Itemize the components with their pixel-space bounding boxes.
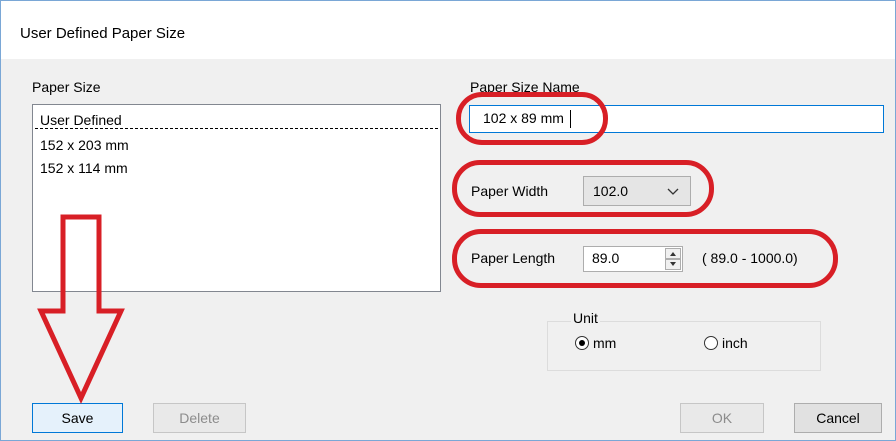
paper-size-list[interactable]: User Defined 152 x 203 mm 152 x 114 mm [32, 104, 441, 292]
delete-button[interactable]: Delete [153, 403, 246, 433]
unit-mm-radio[interactable] [575, 336, 589, 350]
user-defined-paper-size-dialog: User Defined Paper Size Paper Size User … [0, 0, 896, 441]
highlight-paper-length [452, 229, 838, 288]
title-bar: User Defined Paper Size [1, 1, 895, 59]
list-item-152x114[interactable]: 152 x 114 mm [40, 160, 128, 176]
list-item-152x203[interactable]: 152 x 203 mm [40, 137, 129, 153]
list-item-user-defined[interactable]: User Defined [35, 112, 438, 129]
save-button[interactable]: Save [32, 403, 123, 433]
highlight-paper-size-name [456, 92, 608, 145]
radio-selected-dot [579, 340, 585, 346]
paper-size-label: Paper Size [32, 79, 101, 95]
unit-inch-radio[interactable] [704, 336, 718, 350]
dialog-title: User Defined Paper Size [20, 25, 186, 42]
cancel-button[interactable]: Cancel [794, 403, 882, 433]
unit-group-label: Unit [571, 310, 600, 326]
ok-button[interactable]: OK [680, 403, 764, 433]
unit-inch-label[interactable]: inch [722, 335, 748, 351]
unit-mm-label[interactable]: mm [593, 335, 616, 351]
highlight-paper-width [452, 160, 714, 217]
